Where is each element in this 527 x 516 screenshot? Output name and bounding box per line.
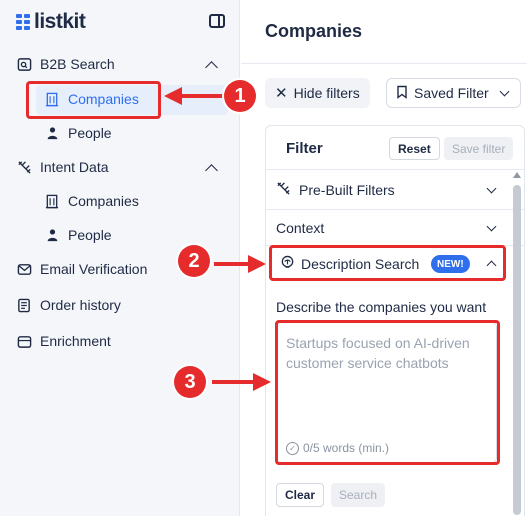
step-badge-2: 2 bbox=[178, 245, 210, 277]
annotation-arrows bbox=[164, 87, 271, 391]
step-badge-3: 3 bbox=[174, 366, 206, 398]
arrow-1-head bbox=[164, 87, 182, 105]
arrow-3-head bbox=[253, 373, 271, 391]
arrow-2-head bbox=[248, 255, 266, 273]
step-badge-1: 1 bbox=[224, 80, 256, 112]
